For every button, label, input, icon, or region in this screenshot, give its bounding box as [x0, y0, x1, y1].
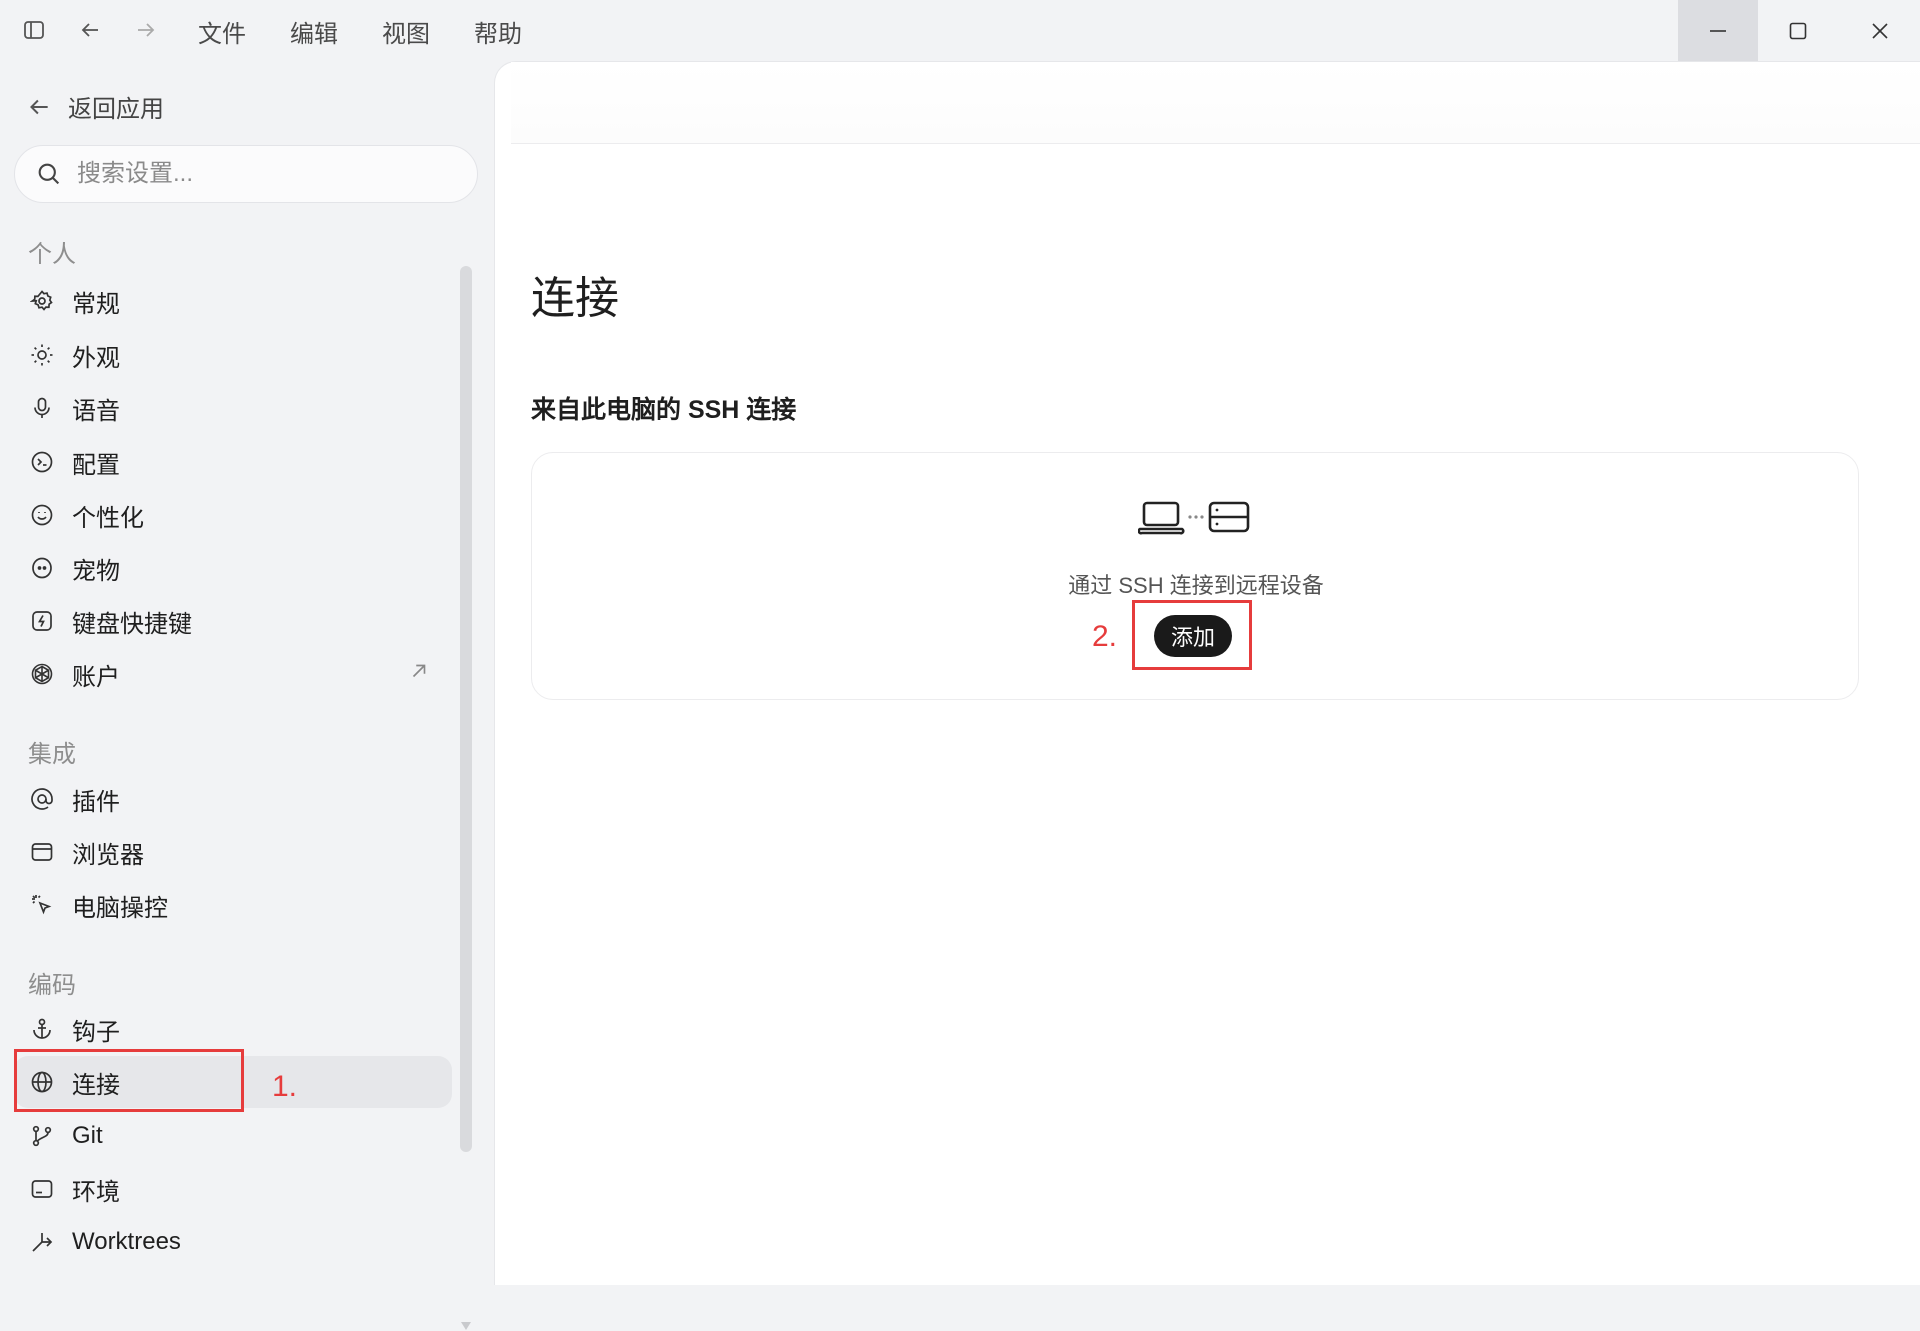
- annotation-label-step1: 1.: [272, 1070, 298, 1103]
- page-title: 连接: [531, 274, 619, 323]
- sidebar-item-label: 电脑操控: [72, 894, 168, 922]
- back-to-app-label: 返回应用: [68, 96, 164, 123]
- sidebar-item-git[interactable]: Git: [14, 1110, 452, 1162]
- sidebar-item-label: 配置: [72, 451, 120, 479]
- sidebar-item-label: 插件: [72, 788, 120, 816]
- section-title-integrations: 集成: [28, 741, 76, 768]
- profile-icon: [28, 448, 56, 476]
- sidebar-item-computer-control[interactable]: 电脑操控: [14, 879, 452, 931]
- laptop-to-server-icon: [1137, 497, 1254, 537]
- arrow-left-icon: [30, 99, 48, 114]
- sidebar-item-hooks[interactable]: 钩子: [14, 1003, 452, 1055]
- sidebar-item-label: 个性化: [72, 504, 144, 532]
- sidebar-item-label: 键盘快捷键: [72, 610, 192, 638]
- at-icon: [28, 785, 56, 813]
- forward-arrow-icon[interactable]: [130, 14, 162, 46]
- sidebar-item-label: 常规: [72, 290, 120, 318]
- sidebar-item-account[interactable]: 账户: [14, 648, 452, 700]
- sidebar-item-label: 宠物: [72, 557, 120, 585]
- keyboard-shortcut-icon: [28, 607, 56, 635]
- menu-edit[interactable]: 编辑: [290, 14, 338, 49]
- sidebar-item-label: 外观: [72, 344, 120, 372]
- sidebar-item-personalization[interactable]: 个性化: [14, 489, 452, 541]
- pet-icon: [28, 554, 56, 582]
- search-input[interactable]: [77, 160, 437, 188]
- microphone-icon: [28, 394, 56, 422]
- ssh-section-heading: 来自此电脑的 SSH 连接: [531, 396, 797, 424]
- menu-help[interactable]: 帮助: [474, 14, 522, 49]
- terminal-icon: [28, 1175, 56, 1203]
- ssh-empty-description: 通过 SSH 连接到远程设备: [1068, 573, 1324, 598]
- settings-search[interactable]: [14, 145, 478, 203]
- minimize-button[interactable]: [1678, 0, 1758, 61]
- gear-icon: [28, 287, 56, 315]
- external-link-icon: [408, 660, 430, 689]
- sidebar-item-pet[interactable]: 宠物: [14, 542, 452, 594]
- git-branch-icon: [28, 1122, 56, 1150]
- annotation-label-step2: 2.: [1092, 620, 1118, 653]
- sidebar-item-worktrees[interactable]: Worktrees: [14, 1216, 452, 1268]
- back-arrow-icon[interactable]: [74, 14, 106, 46]
- worktree-icon: [28, 1228, 56, 1256]
- cursor-icon: [28, 891, 56, 919]
- sidebar-item-general[interactable]: 常规: [14, 275, 452, 327]
- sidebar-item-appearance[interactable]: 外观: [14, 329, 452, 381]
- sidebar-item-label: 账户: [72, 663, 120, 691]
- sidebar-item-environment[interactable]: 环境: [14, 1163, 452, 1215]
- sidebar-item-label: Worktrees: [72, 1228, 181, 1255]
- sidebar-item-config[interactable]: 配置: [14, 436, 452, 488]
- content-header-bar: [511, 62, 1920, 144]
- sidebar-item-label: 钩子: [72, 1018, 120, 1046]
- sidebar-item-keyboard-shortcuts[interactable]: 键盘快捷键: [14, 595, 452, 647]
- maximize-button[interactable]: [1758, 0, 1838, 61]
- sidebar-item-label: 浏览器: [72, 841, 144, 869]
- back-to-app-link[interactable]: 返回应用: [26, 89, 164, 124]
- annotation-box-step2: [1132, 600, 1252, 670]
- openai-icon: [28, 660, 56, 688]
- title-bar: 文件 编辑 视图 帮助: [0, 0, 1920, 61]
- sidebar-item-browser[interactable]: 浏览器: [14, 826, 452, 878]
- menu-file[interactable]: 文件: [198, 14, 246, 49]
- sun-icon: [28, 341, 56, 369]
- browser-icon: [28, 838, 56, 866]
- section-title-personal: 个人: [28, 241, 76, 268]
- anchor-icon: [28, 1015, 56, 1043]
- sidebar-item-voice[interactable]: 语音: [14, 382, 452, 434]
- sidebar-item-label: 环境: [72, 1178, 120, 1206]
- sidebar-toggle-icon[interactable]: [18, 14, 50, 46]
- sidebar-scroll-thumb[interactable]: [460, 266, 472, 1152]
- sidebar-item-label: 语音: [72, 397, 120, 425]
- sidebar-item-label: Git: [72, 1122, 103, 1149]
- search-icon: [38, 163, 60, 185]
- close-button[interactable]: [1840, 0, 1920, 61]
- smile-icon: [28, 501, 56, 529]
- annotation-box-step1: [14, 1049, 244, 1112]
- menu-view[interactable]: 视图: [382, 14, 430, 49]
- sidebar-item-plugins[interactable]: 插件: [14, 773, 452, 825]
- settings-content: 连接 来自此电脑的 SSH 连接 通过 SSH 连接到远程设备 添加: [494, 61, 1920, 1285]
- section-title-coding: 编码: [28, 972, 76, 999]
